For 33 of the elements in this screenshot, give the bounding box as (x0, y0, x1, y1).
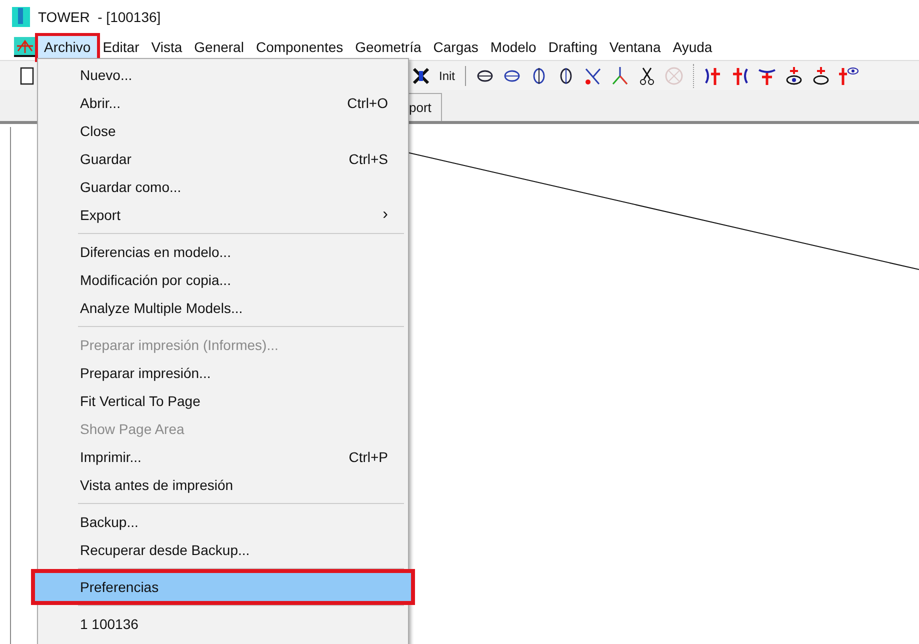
menu-item[interactable]: Imprimir... Ctrl+P (38, 443, 408, 471)
menu-item[interactable]: Drafting (542, 36, 604, 58)
menu-item[interactable]: Analyze Multiple Models... (38, 294, 408, 322)
menu-item[interactable]: General (188, 36, 250, 58)
menu-item[interactable]: Modificación por copia... (38, 266, 408, 294)
menu-item[interactable]: Backup... (38, 508, 408, 536)
menu-item[interactable]: Guardar como... (38, 173, 408, 201)
new-file-icon[interactable] (20, 66, 34, 84)
menu-item[interactable]: Ayuda (666, 36, 718, 58)
app-icon (12, 7, 30, 27)
menu-item[interactable]: Cargas (427, 36, 484, 58)
menu-item[interactable]: Preparar impresión... (38, 359, 408, 387)
menu-item[interactable]: Archivo (38, 36, 97, 58)
menu-item[interactable]: Diferencias en modelo... (38, 238, 408, 266)
menu-item[interactable]: Guardar Ctrl+S (38, 145, 408, 173)
menu-item[interactable]: Export › (38, 201, 408, 229)
menu-item[interactable]: Close (38, 117, 408, 145)
menu-item[interactable]: Nuevo... (38, 61, 408, 89)
menu-item[interactable]: Geometría (349, 36, 428, 58)
init-button[interactable]: Init (437, 66, 458, 84)
menu-item[interactable]: Componentes (250, 36, 350, 58)
menu-item[interactable]: Ventana (603, 36, 667, 58)
menu-item[interactable]: Fit Vertical To Page (38, 387, 408, 415)
menu-item[interactable]: Vista antes de impresión (38, 471, 408, 499)
menu-item[interactable]: Vista (145, 36, 188, 58)
menu-item[interactable]: Editar (96, 36, 146, 58)
menu-item[interactable]: Preferencias (35, 573, 411, 601)
window-title: TOWER - [100136] (38, 8, 161, 27)
menu-item[interactable]: Abrir... Ctrl+O (38, 89, 408, 117)
menu-item[interactable]: Recuperar desde Backup... (38, 536, 408, 564)
menu-item[interactable]: Modelo (484, 36, 542, 58)
eye-icon[interactable] (837, 64, 860, 86)
menu-item[interactable]: 1 100136 (38, 610, 408, 638)
